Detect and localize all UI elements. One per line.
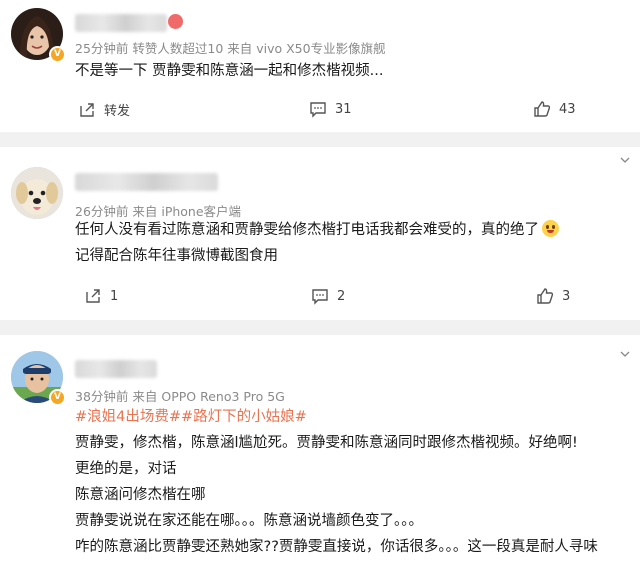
comment-text: 贾静雯，修杰楷，陈意涵l尴尬死。贾静雯和陈意涵同时跟修杰楷视频。好绝啊! (75, 435, 578, 451)
username-blurred[interactable] (75, 360, 157, 378)
comment-button[interactable]: 2 (311, 287, 345, 305)
comment-text: 不是等一下 贾静雯和陈意涵一起和修杰楷视频... (75, 63, 384, 79)
verified-badge-icon: V (49, 46, 66, 63)
comment-line: 任何人没有看过陈意涵和贾静雯给修杰楷打电话我都会难受的，真的绝了 (75, 222, 539, 238)
repost-button[interactable]: 转发 (78, 100, 130, 119)
fan-heart-icon (168, 14, 183, 29)
repost-icon (80, 102, 94, 117)
chevron-down-icon[interactable] (620, 349, 630, 359)
username-blurred[interactable] (75, 14, 167, 32)
comment-meta: 26分钟前 来自 iPhone客户端 (75, 204, 242, 219)
comment-count: 31 (335, 101, 352, 117)
comment-icon (312, 289, 328, 305)
username-blurred[interactable] (75, 173, 218, 191)
comment-text: 贾静雯说说在家还能在哪。。。陈意涵说墙颜色变了。。。 (75, 513, 423, 529)
comment-button[interactable]: 31 (309, 100, 352, 118)
like-count: 3 (562, 288, 571, 304)
repost-label: 转发 (104, 104, 131, 119)
laughing-emoji-icon (542, 220, 559, 237)
topic-hashtags[interactable]: #浪姐4出场费##路灯下的小姑娘# (75, 406, 307, 428)
repost-icon (86, 289, 100, 303)
comment-card: V 25分钟前 转赞人数超过10 来自 vivo X50专业影像旗舰 不是等一下… (0, 0, 640, 132)
comment-meta: 25分钟前 转赞人数超过10 来自 vivo X50专业影像旗舰 (75, 41, 386, 56)
thumbs-up-icon (537, 288, 554, 304)
comment-count: 2 (337, 288, 346, 304)
comment-meta: 38分钟前 来自 OPPO Reno3 Pro 5G (75, 389, 285, 404)
avatar[interactable] (11, 167, 63, 219)
like-count: 43 (559, 101, 576, 117)
comment-text: 咋的陈意涵比贾静雯还熟她家??贾静雯直接说，你话很多。。。这一段真是耐人寻味 (75, 539, 598, 555)
repost-button[interactable]: 1 (84, 287, 118, 305)
comment-text: 陈意涵问修杰楷在哪 (75, 487, 206, 503)
comment-text: 记得配合陈年往事微博截图食用 (75, 248, 278, 264)
comment-card: 26分钟前 来自 iPhone客户端 任何人没有看过陈意涵和贾静雯给修杰楷打电话… (0, 147, 640, 320)
comment-text: 任何人没有看过陈意涵和贾静雯给修杰楷打电话我都会难受的，真的绝了 (75, 219, 559, 241)
dog-portrait-icon (11, 167, 63, 219)
thumbs-up-icon (534, 101, 551, 117)
repost-count: 1 (110, 288, 119, 304)
comment-text: 更绝的是，对话 (75, 461, 177, 477)
like-button[interactable]: 3 (536, 287, 570, 305)
chevron-down-icon[interactable] (620, 155, 630, 165)
like-button[interactable]: 43 (533, 100, 576, 118)
comment-card: V 38分钟前 来自 OPPO Reno3 Pro 5G #浪姐4出场费##路灯… (0, 335, 640, 562)
verified-badge-icon: V (49, 389, 66, 406)
comment-icon (310, 102, 326, 118)
